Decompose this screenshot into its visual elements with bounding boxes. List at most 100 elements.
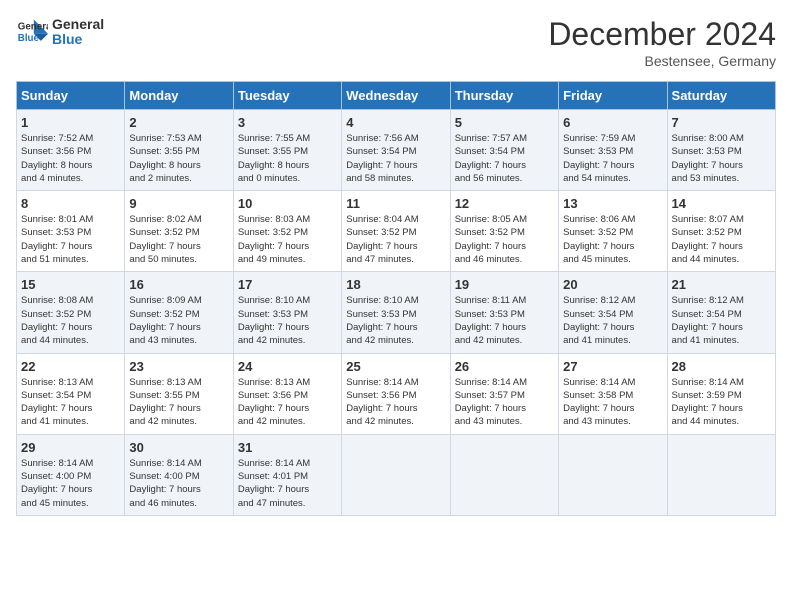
day-number: 30 <box>129 440 228 455</box>
day-number: 25 <box>346 359 445 374</box>
calendar-cell: 3Sunrise: 7:55 AM Sunset: 3:55 PM Daylig… <box>233 110 341 191</box>
day-info: Sunrise: 7:52 AM Sunset: 3:56 PM Dayligh… <box>21 132 120 185</box>
day-number: 13 <box>563 196 662 211</box>
day-info: Sunrise: 7:57 AM Sunset: 3:54 PM Dayligh… <box>455 132 554 185</box>
day-number: 5 <box>455 115 554 130</box>
day-number: 16 <box>129 277 228 292</box>
day-number: 7 <box>672 115 771 130</box>
day-number: 22 <box>21 359 120 374</box>
calendar-cell <box>667 434 775 515</box>
calendar-cell: 22 Sunrise: 8:13 AM Sunset: 3:54 PM Dayli… <box>17 353 125 434</box>
calendar-cell: 24 Sunrise: 8:13 AM Sunset: 3:56 PM Dayli… <box>233 353 341 434</box>
day-number: 21 <box>672 277 771 292</box>
calendar-cell <box>342 434 450 515</box>
title-area: December 2024 Bestensee, Germany <box>548 16 776 69</box>
day-info: Sunrise: 8:14 AM Sunset: 4:00 PM Dayligh… <box>129 457 228 510</box>
day-number: 24 <box>238 359 337 374</box>
day-info: Sunrise: 8:14 AM Sunset: 3:58 PM Dayligh… <box>563 376 662 429</box>
day-info: Sunrise: 8:10 AM Sunset: 3:53 PM Dayligh… <box>346 294 445 347</box>
col-wednesday: Wednesday <box>342 82 450 110</box>
day-number: 19 <box>455 277 554 292</box>
day-info: Sunrise: 8:06 AM Sunset: 3:52 PM Dayligh… <box>563 213 662 266</box>
calendar-cell: 29Sunrise: 8:14 AM Sunset: 4:00 PM Dayli… <box>17 434 125 515</box>
day-info: Sunrise: 8:03 AM Sunset: 3:52 PM Dayligh… <box>238 213 337 266</box>
day-number: 17 <box>238 277 337 292</box>
day-info: Sunrise: 8:12 AM Sunset: 3:54 PM Dayligh… <box>563 294 662 347</box>
day-number: 15 <box>21 277 120 292</box>
day-number: 27 <box>563 359 662 374</box>
day-number: 18 <box>346 277 445 292</box>
calendar-cell: 4Sunrise: 7:56 AM Sunset: 3:54 PM Daylig… <box>342 110 450 191</box>
calendar-cell <box>559 434 667 515</box>
calendar-week-row: 15Sunrise: 8:08 AM Sunset: 3:52 PM Dayli… <box>17 272 776 353</box>
location-subtitle: Bestensee, Germany <box>548 53 776 69</box>
svg-text:General: General <box>18 21 48 32</box>
logo: General Blue General Blue <box>16 16 104 48</box>
col-friday: Friday <box>559 82 667 110</box>
calendar-cell: 23Sunrise: 8:13 AM Sunset: 3:55 PM Dayli… <box>125 353 233 434</box>
calendar-cell: 18 Sunrise: 8:10 AM Sunset: 3:53 PM Dayli… <box>342 272 450 353</box>
calendar-cell: 27 Sunrise: 8:14 AM Sunset: 3:58 PM Dayli… <box>559 353 667 434</box>
day-info: Sunrise: 7:55 AM Sunset: 3:55 PM Dayligh… <box>238 132 337 185</box>
calendar-cell: 15Sunrise: 8:08 AM Sunset: 3:52 PM Dayli… <box>17 272 125 353</box>
day-number: 11 <box>346 196 445 211</box>
day-info: Sunrise: 8:00 AM Sunset: 3:53 PM Dayligh… <box>672 132 771 185</box>
day-info: Sunrise: 8:02 AM Sunset: 3:52 PM Dayligh… <box>129 213 228 266</box>
day-info: Sunrise: 8:14 AM Sunset: 4:00 PM Dayligh… <box>21 457 120 510</box>
calendar-cell: 12 Sunrise: 8:05 AM Sunset: 3:52 PM Dayli… <box>450 191 558 272</box>
day-number: 14 <box>672 196 771 211</box>
calendar-cell: 9Sunrise: 8:02 AM Sunset: 3:52 PM Daylig… <box>125 191 233 272</box>
day-number: 28 <box>672 359 771 374</box>
calendar-table: Sunday Monday Tuesday Wednesday Thursday… <box>16 81 776 516</box>
calendar-cell: 14 Sunrise: 8:07 AM Sunset: 3:52 PM Dayli… <box>667 191 775 272</box>
day-number: 20 <box>563 277 662 292</box>
calendar-cell: 7 Sunrise: 8:00 AM Sunset: 3:53 PM Daylig… <box>667 110 775 191</box>
day-info: Sunrise: 8:13 AM Sunset: 3:54 PM Dayligh… <box>21 376 120 429</box>
day-number: 2 <box>129 115 228 130</box>
calendar-cell: 13 Sunrise: 8:06 AM Sunset: 3:52 PM Dayli… <box>559 191 667 272</box>
day-number: 10 <box>238 196 337 211</box>
day-info: Sunrise: 8:07 AM Sunset: 3:52 PM Dayligh… <box>672 213 771 266</box>
svg-text:Blue: Blue <box>18 33 40 44</box>
col-monday: Monday <box>125 82 233 110</box>
day-info: Sunrise: 8:14 AM Sunset: 4:01 PM Dayligh… <box>238 457 337 510</box>
day-info: Sunrise: 8:13 AM Sunset: 3:56 PM Dayligh… <box>238 376 337 429</box>
calendar-cell: 5 Sunrise: 7:57 AM Sunset: 3:54 PM Daylig… <box>450 110 558 191</box>
calendar-cell: 1Sunrise: 7:52 AM Sunset: 3:56 PM Daylig… <box>17 110 125 191</box>
calendar-cell: 16 Sunrise: 8:09 AM Sunset: 3:52 PM Dayli… <box>125 272 233 353</box>
day-info: Sunrise: 7:56 AM Sunset: 3:54 PM Dayligh… <box>346 132 445 185</box>
day-number: 12 <box>455 196 554 211</box>
calendar-header-row: Sunday Monday Tuesday Wednesday Thursday… <box>17 82 776 110</box>
day-info: Sunrise: 8:13 AM Sunset: 3:55 PM Dayligh… <box>129 376 228 429</box>
calendar-cell: 28 Sunrise: 8:14 AM Sunset: 3:59 PM Dayli… <box>667 353 775 434</box>
logo-text-general: General <box>52 17 104 32</box>
calendar-week-row: 22 Sunrise: 8:13 AM Sunset: 3:54 PM Dayli… <box>17 353 776 434</box>
calendar-week-row: 29Sunrise: 8:14 AM Sunset: 4:00 PM Dayli… <box>17 434 776 515</box>
page-header: General Blue General Blue December 2024 … <box>16 16 776 69</box>
month-title: December 2024 <box>548 16 776 53</box>
calendar-cell: 31Sunrise: 8:14 AM Sunset: 4:01 PM Dayli… <box>233 434 341 515</box>
day-info: Sunrise: 8:10 AM Sunset: 3:53 PM Dayligh… <box>238 294 337 347</box>
calendar-cell: 20 Sunrise: 8:12 AM Sunset: 3:54 PM Dayli… <box>559 272 667 353</box>
day-info: Sunrise: 8:12 AM Sunset: 3:54 PM Dayligh… <box>672 294 771 347</box>
calendar-cell: 30 Sunrise: 8:14 AM Sunset: 4:00 PM Dayli… <box>125 434 233 515</box>
calendar-cell: 2 Sunrise: 7:53 AM Sunset: 3:55 PM Daylig… <box>125 110 233 191</box>
calendar-week-row: 1Sunrise: 7:52 AM Sunset: 3:56 PM Daylig… <box>17 110 776 191</box>
day-number: 6 <box>563 115 662 130</box>
day-info: Sunrise: 8:04 AM Sunset: 3:52 PM Dayligh… <box>346 213 445 266</box>
calendar-cell <box>450 434 558 515</box>
calendar-cell: 25Sunrise: 8:14 AM Sunset: 3:56 PM Dayli… <box>342 353 450 434</box>
col-tuesday: Tuesday <box>233 82 341 110</box>
calendar-cell: 6 Sunrise: 7:59 AM Sunset: 3:53 PM Daylig… <box>559 110 667 191</box>
calendar-week-row: 8Sunrise: 8:01 AM Sunset: 3:53 PM Daylig… <box>17 191 776 272</box>
col-thursday: Thursday <box>450 82 558 110</box>
calendar-cell: 17 Sunrise: 8:10 AM Sunset: 3:53 PM Dayli… <box>233 272 341 353</box>
day-info: Sunrise: 8:05 AM Sunset: 3:52 PM Dayligh… <box>455 213 554 266</box>
calendar-cell: 10 Sunrise: 8:03 AM Sunset: 3:52 PM Dayli… <box>233 191 341 272</box>
calendar-cell: 11 Sunrise: 8:04 AM Sunset: 3:52 PM Dayli… <box>342 191 450 272</box>
day-info: Sunrise: 8:09 AM Sunset: 3:52 PM Dayligh… <box>129 294 228 347</box>
day-info: Sunrise: 8:14 AM Sunset: 3:59 PM Dayligh… <box>672 376 771 429</box>
day-number: 26 <box>455 359 554 374</box>
day-info: Sunrise: 7:59 AM Sunset: 3:53 PM Dayligh… <box>563 132 662 185</box>
day-info: Sunrise: 7:53 AM Sunset: 3:55 PM Dayligh… <box>129 132 228 185</box>
